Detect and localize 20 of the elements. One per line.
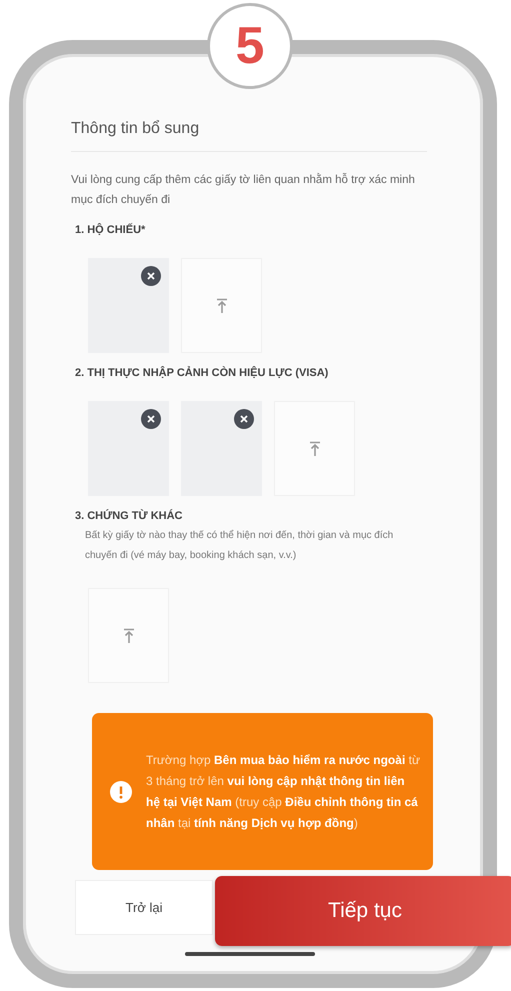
remove-icon[interactable] [141,266,161,286]
description-text: Vui lòng cung cấp thêm các giấy tờ liên quan nhằm hỗ trợ xác minh mục đích chuyến đi [71,172,416,208]
section-heading: 2. THỊ THỰC NHẬP CẢNH CÒN HIỆU LỰC (VISA) [75,367,330,379]
remove-icon[interactable] [141,409,161,429]
remove-icon[interactable] [234,409,254,429]
section-heading: 1. HỘ CHIẾU* [75,224,146,236]
uploaded-file-thumbnail[interactable] [88,401,169,496]
section-heading: 3. CHỨNG TỪ KHÁC [75,510,184,522]
hint-text: Bất kỳ giấy tờ nào thay thế có thể hiện nơi đến, thời gian và mục đích chuyến đi (vé máy bay, booking khách sạn, v.v.) [85,528,394,563]
upload-icon [308,440,322,456]
exclamation-icon [110,780,132,802]
notice-text: Trường hợp Bên mua bảo hiểm ra nước ngoài từ 3 tháng trở lên vui lòng cập nhật thông tin liên hệ tại Việt Nam (truy cập Điều chỉnh thông tin cá nhân tại tính năng Dịch vụ hợp đồng) [146,752,421,832]
step-badge: 5 [207,3,293,89]
uploaded-file-thumbnail[interactable] [88,258,169,353]
uploaded-file-thumbnail[interactable] [181,401,262,496]
screen-title: Thông tin bổ sung [71,120,200,138]
continue-button[interactable]: Tiếp tục [215,876,511,946]
upload-icon [122,628,136,644]
upload-icon [214,298,228,314]
back-button[interactable]: Trở lại [75,880,213,935]
